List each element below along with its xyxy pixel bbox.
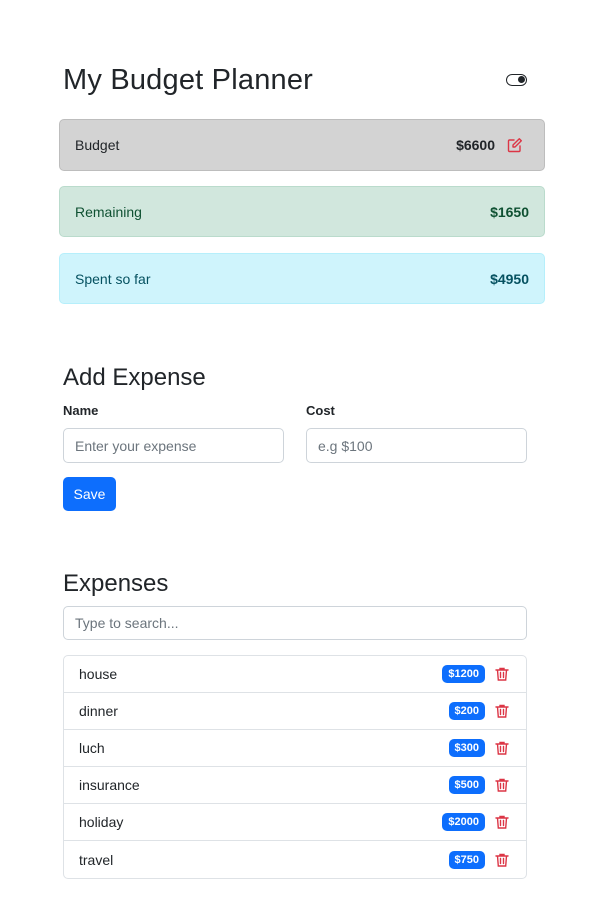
trash-icon[interactable] xyxy=(494,852,510,868)
cost-badge: $750 xyxy=(448,850,485,869)
expense-name: luch xyxy=(79,740,105,756)
page-title: My Budget Planner xyxy=(63,64,314,96)
search-input[interactable] xyxy=(63,606,527,640)
budget-card: Budget $6600 xyxy=(59,119,545,171)
remaining-label: Remaining xyxy=(75,203,142,220)
trash-icon[interactable] xyxy=(494,777,510,793)
theme-toggle-icon[interactable] xyxy=(506,74,527,86)
spent-card: Spent so far $4950 xyxy=(59,253,545,304)
expense-item-luch: luch $300 xyxy=(64,730,526,767)
expense-cost-input[interactable] xyxy=(306,428,527,463)
trash-icon[interactable] xyxy=(494,666,510,682)
trash-icon[interactable] xyxy=(494,740,510,756)
expense-name-input[interactable] xyxy=(63,428,284,463)
trash-icon[interactable] xyxy=(494,703,510,719)
trash-icon[interactable] xyxy=(494,814,510,830)
expense-item-house: house $1200 xyxy=(64,656,526,693)
expense-name: travel xyxy=(79,851,114,868)
expense-name: holiday xyxy=(79,814,124,830)
budget-label: Budget xyxy=(75,137,120,153)
expense-name: insurance xyxy=(79,777,140,793)
expense-item-holiday: holiday $2000 xyxy=(64,804,526,841)
spent-amount: $4950 xyxy=(490,270,529,287)
cost-label: Cost xyxy=(306,403,335,418)
expense-item-insurance: insurance $500 xyxy=(64,767,526,804)
remaining-amount: $1650 xyxy=(490,203,529,220)
expense-item-travel: travel $750 xyxy=(64,841,526,878)
cost-badge: $300 xyxy=(448,739,485,757)
expense-name: dinner xyxy=(79,703,118,719)
remaining-card: Remaining $1650 xyxy=(59,186,545,237)
name-label: Name xyxy=(63,403,99,418)
cost-badge: $500 xyxy=(448,776,485,794)
expense-name: house xyxy=(79,666,118,682)
edit-icon[interactable] xyxy=(507,137,523,153)
add-expense-title: Add Expense xyxy=(63,364,206,391)
expenses-title: Expenses xyxy=(63,570,169,597)
cost-badge: $200 xyxy=(448,702,485,720)
save-button[interactable]: Save xyxy=(63,477,116,511)
expense-item-dinner: dinner $200 xyxy=(64,693,526,730)
budget-amount: $6600 xyxy=(456,137,495,153)
spent-label: Spent so far xyxy=(75,270,151,287)
cost-badge: $2000 xyxy=(442,813,485,831)
toggle-knob xyxy=(518,76,525,83)
cost-badge: $1200 xyxy=(442,665,485,683)
expense-list: house $1200 dinner $200 luch $300 insura… xyxy=(63,655,527,879)
